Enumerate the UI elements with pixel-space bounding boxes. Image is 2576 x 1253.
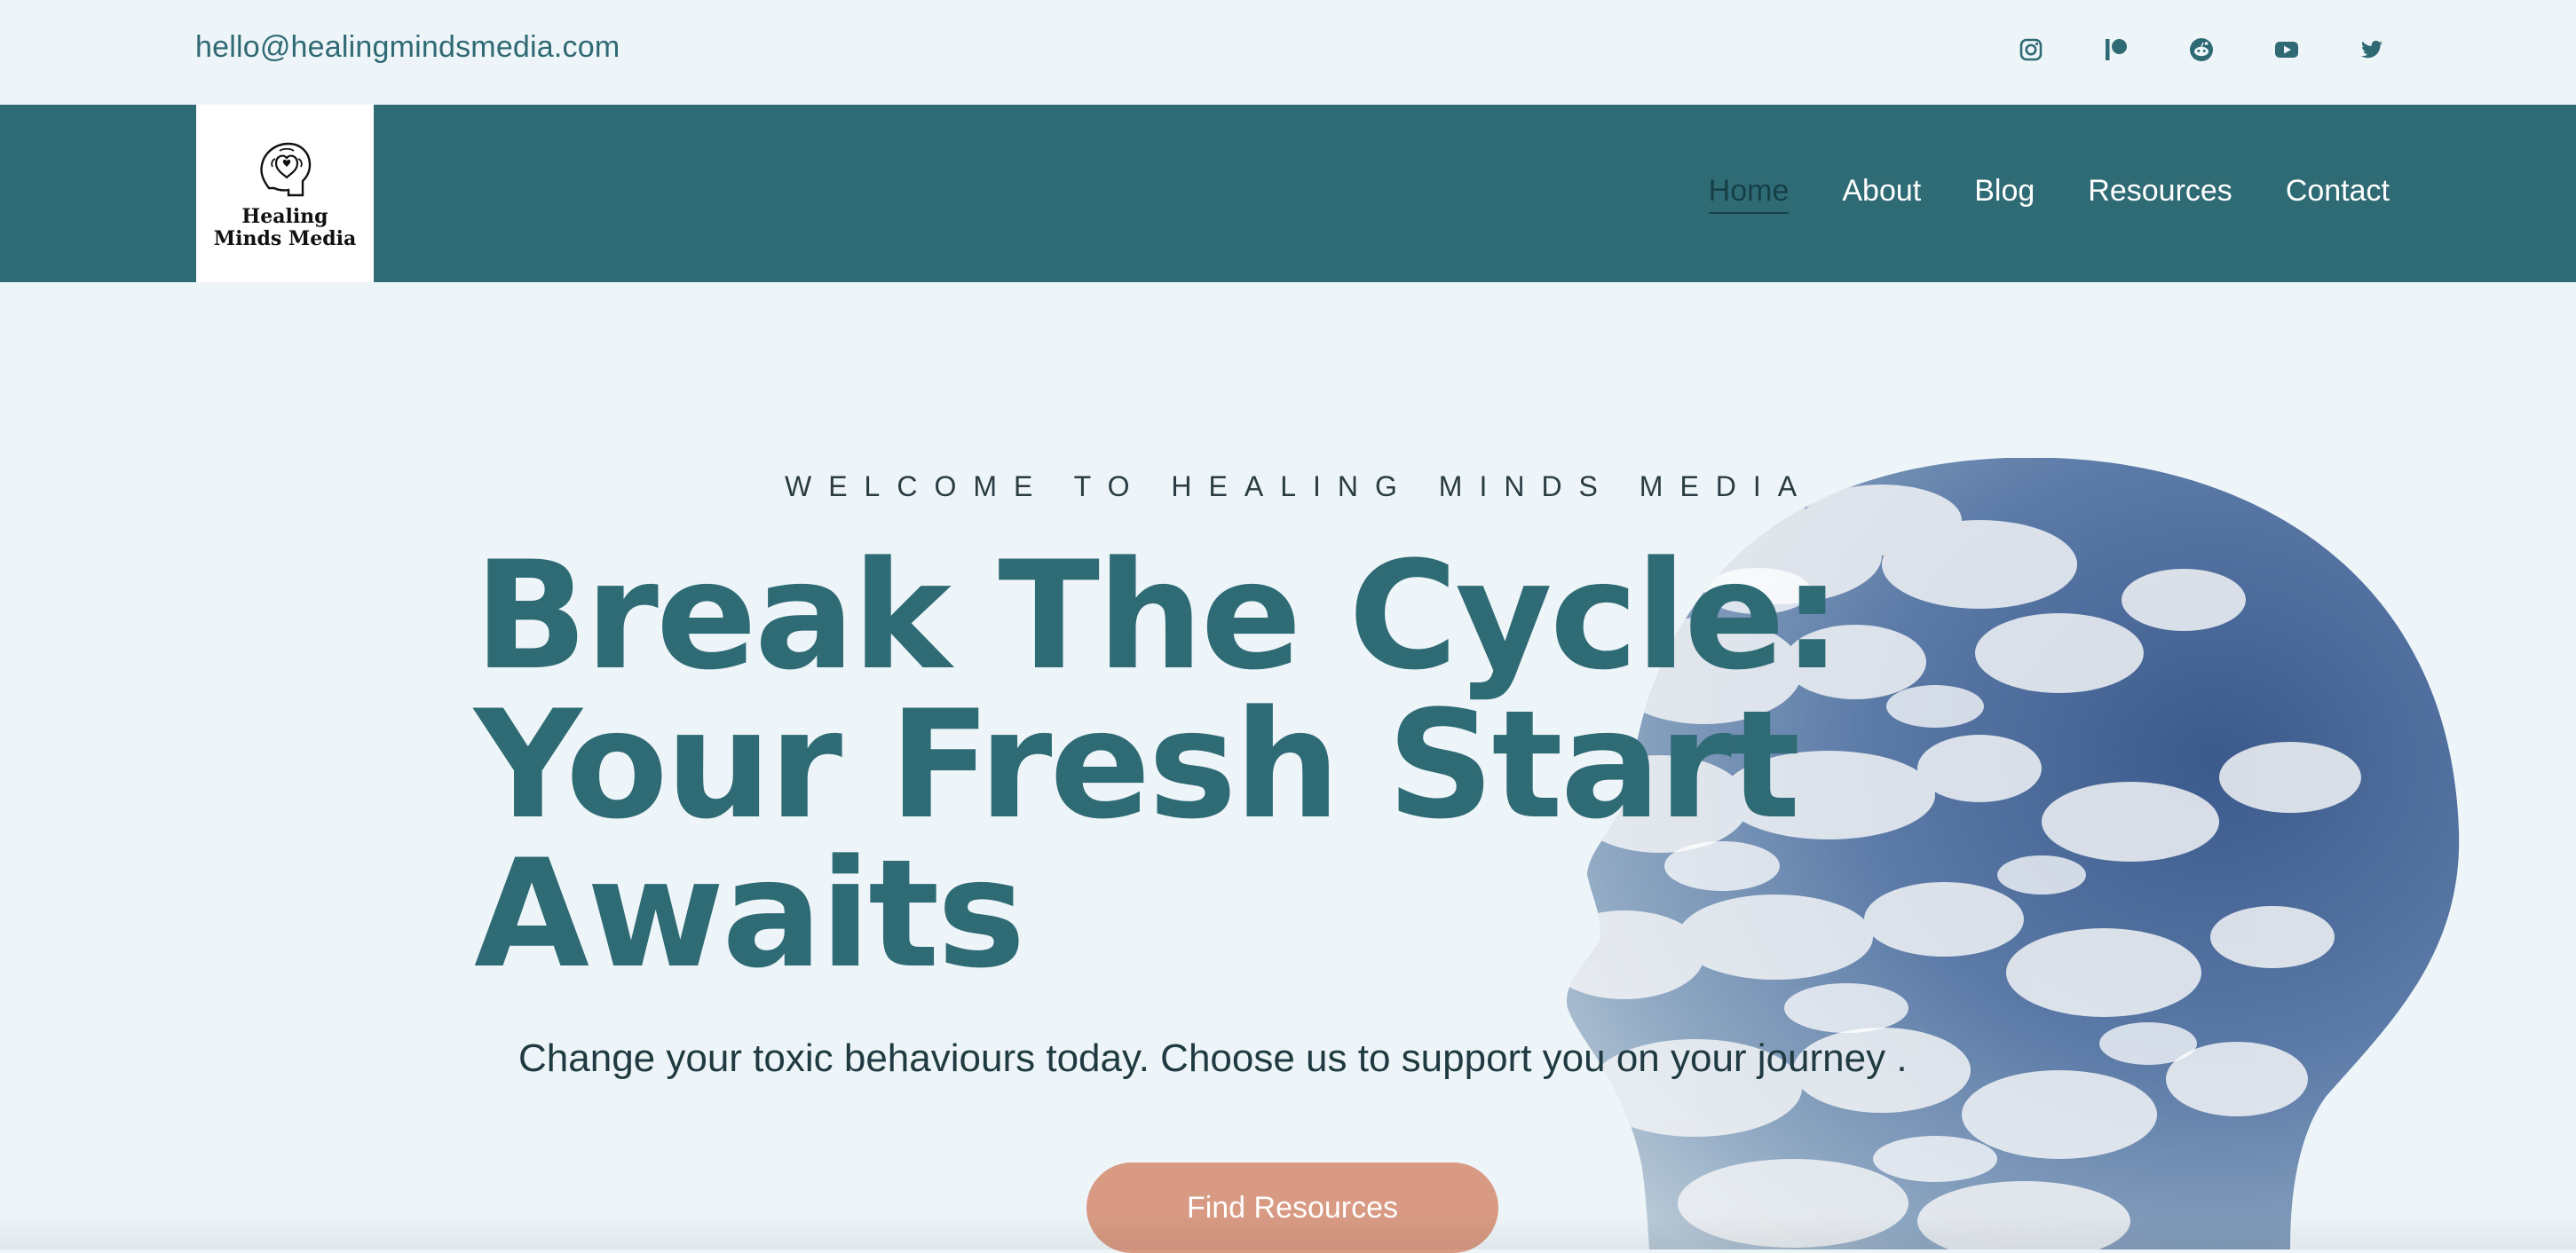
headline-line-2: Your Fresh Start [474, 678, 1800, 852]
hero-subtext: Change your toxic behaviours today. Choo… [518, 1036, 1908, 1080]
patreon-icon[interactable] [2074, 32, 2159, 67]
logo-wordmark: Healing Minds Media [196, 206, 374, 250]
contact-email-link[interactable]: hello@healingmindsmedia.com [195, 30, 620, 65]
brain-head-icon [260, 142, 312, 197]
reddit-icon[interactable] [2159, 32, 2244, 67]
logo-line-1: Healing [241, 205, 328, 228]
twitter-icon[interactable] [2329, 32, 2414, 67]
nav-resources[interactable]: Resources [2088, 174, 2232, 214]
nav-home[interactable]: Home [1708, 174, 1790, 214]
nav-blog[interactable]: Blog [1974, 174, 2035, 214]
nav-contact[interactable]: Contact [2286, 174, 2390, 214]
headline-line-1: Break The Cycle: [474, 529, 1842, 703]
social-links [1988, 32, 2414, 67]
headline-line-3: Awaits [474, 827, 1025, 1001]
site-logo[interactable]: Healing Minds Media [196, 105, 374, 282]
nav-about[interactable]: About [1842, 174, 1921, 214]
hero-headline: Break The Cycle: Your Fresh Start Awaits [474, 529, 1842, 1001]
instagram-icon[interactable] [1988, 32, 2074, 67]
main-navbar: Healing Minds Media Home About Blog Reso… [0, 105, 2576, 282]
logo-line-2: Minds Media [213, 227, 357, 250]
hero-eyebrow: WELCOME TO HEALING MINDS MEDIA [785, 470, 1814, 502]
top-bar: hello@healingmindsmedia.com [0, 0, 2576, 105]
primary-nav: Home About Blog Resources Contact [1708, 174, 2390, 214]
find-resources-button[interactable]: Find Resources [1087, 1162, 1498, 1253]
youtube-icon[interactable] [2244, 32, 2329, 67]
